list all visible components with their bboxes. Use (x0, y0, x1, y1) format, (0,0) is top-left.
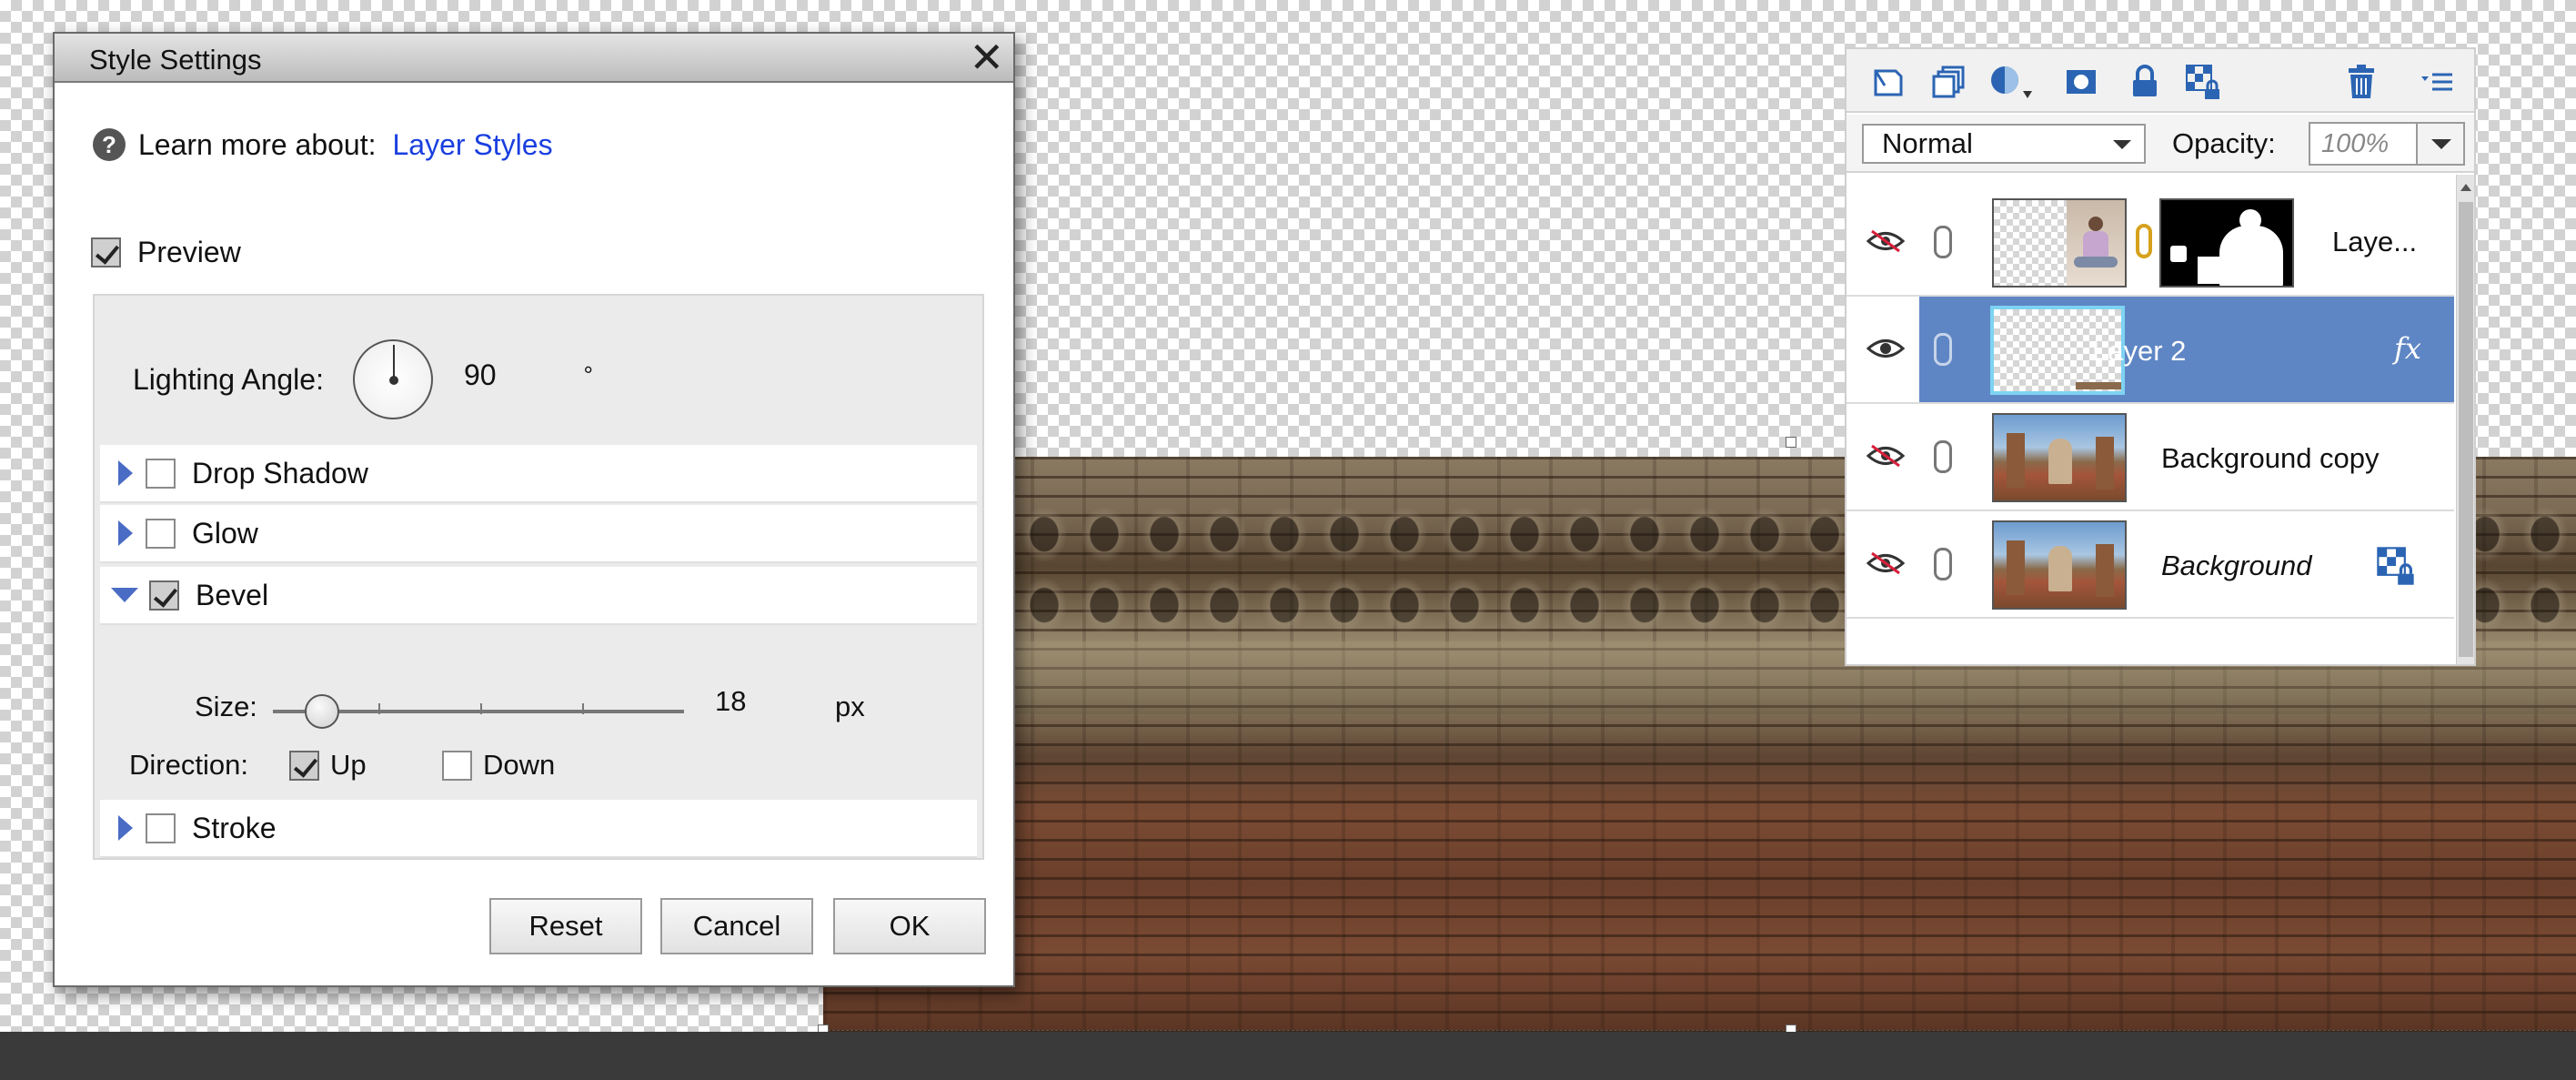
lighting-angle-value[interactable]: 90 (464, 358, 497, 392)
glow-label[interactable]: Glow (192, 517, 258, 550)
layer-thumbnail (1992, 520, 2127, 610)
layer-row-masked[interactable]: Laye... (1846, 189, 2454, 297)
direction-down-option: Down (442, 749, 555, 782)
layer-locked-icon (2377, 547, 2414, 585)
bevel-size-value[interactable]: 18 (715, 685, 746, 718)
bevel-size-slider-thumb[interactable] (305, 694, 340, 729)
layer-mask-icon[interactable] (2061, 62, 2101, 102)
reset-button[interactable]: Reset (489, 898, 642, 954)
lighting-angle-unit: ° (583, 360, 593, 389)
bevel-size-label: Size: (195, 691, 257, 722)
layer-effects-icon[interactable]: fx (2394, 331, 2421, 366)
direction-up-option: Up (289, 749, 367, 782)
visibility-icon[interactable] (1867, 337, 1905, 360)
adjustment-layer-icon[interactable] (1987, 62, 2038, 102)
duplicate-layer-icon[interactable] (1928, 62, 1968, 102)
layer-link-icon[interactable] (1934, 440, 1952, 473)
visibility-hidden-icon[interactable] (1867, 444, 1905, 468)
selection-edge (823, 1030, 2576, 1031)
close-icon[interactable]: ✕ (969, 35, 1004, 79)
layer-thumbnail (1992, 413, 2127, 502)
bevel-checkbox[interactable] (149, 580, 179, 611)
drop-shadow-label[interactable]: Drop Shadow (192, 457, 368, 490)
collapse-bevel-icon[interactable] (111, 588, 138, 602)
layer-name[interactable]: Layer 2 (2092, 335, 2186, 368)
direction-label: Direction: (129, 749, 248, 781)
layer-link-icon[interactable] (1934, 333, 1952, 366)
scroll-up-icon[interactable] (2460, 184, 2471, 191)
style-row-stroke: Stroke (100, 800, 977, 858)
visibility-hidden-icon[interactable] (1867, 229, 1905, 253)
bevel-size-unit: px (835, 691, 865, 722)
transform-handle-top[interactable] (1786, 437, 1796, 448)
direction-up-checkbox[interactable] (289, 750, 319, 781)
layer-row-background-copy[interactable]: Background copy (1846, 404, 2454, 511)
blend-mode-select[interactable]: Normal (1862, 124, 2146, 164)
scrollbar-thumb[interactable] (2459, 202, 2473, 657)
style-settings-dialog: Style Settings ✕ ? Learn more about: Lay… (53, 32, 1015, 987)
bevel-settings: Size: 18 px Direction: Up Down (100, 658, 977, 796)
direction-up-label[interactable]: Up (330, 749, 367, 782)
layer-link-icon[interactable] (1934, 548, 1952, 580)
help-row: ? Learn more about: Layer Styles (93, 125, 553, 165)
preview-label[interactable]: Preview (137, 236, 241, 269)
help-icon: ? (93, 128, 126, 161)
help-label: Learn more about: (138, 127, 377, 161)
stroke-checkbox[interactable] (146, 813, 176, 843)
stroke-label[interactable]: Stroke (192, 812, 276, 845)
opacity-input[interactable]: 100% (2309, 122, 2418, 166)
opacity-dropdown-button[interactable] (2416, 122, 2465, 166)
slider-tick (480, 703, 482, 714)
layer-name[interactable]: Background (2161, 550, 2311, 582)
style-row-drop-shadow: Drop Shadow (100, 445, 977, 503)
style-row-glow: Glow (100, 505, 977, 563)
layer-styles-link[interactable]: Layer Styles (393, 128, 553, 162)
opacity-label: Opacity: (2172, 127, 2276, 159)
visibility-hidden-icon[interactable] (1867, 551, 1905, 575)
layers-scrollbar[interactable] (2456, 175, 2474, 664)
lighting-angle-row: Lighting Angle: 90 ° (133, 339, 593, 419)
style-row-bevel: Bevel (100, 567, 977, 625)
lighting-angle-dial[interactable] (352, 339, 433, 419)
bottom-bar (0, 1032, 2576, 1080)
glow-checkbox[interactable] (146, 518, 176, 549)
layer-thumbnail (1992, 198, 2127, 288)
slider-tick (582, 703, 584, 714)
preview-row: Preview (91, 236, 241, 269)
cancel-button[interactable]: Cancel (660, 898, 813, 954)
dialog-titlebar[interactable]: Style Settings ✕ (55, 34, 1013, 83)
layers-toolbar (1846, 49, 2474, 113)
preview-checkbox[interactable] (91, 237, 121, 267)
slider-tick (378, 703, 380, 714)
lock-transparent-icon[interactable] (2183, 62, 2223, 102)
layers-panel: Normal Opacity: 100% Laye... Layer 2 fx … (1845, 47, 2476, 666)
dialog-title: Style Settings (89, 44, 262, 76)
styles-box: Lighting Angle: 90 ° Drop Shadow Glow Be… (93, 294, 984, 860)
blend-opacity-row: Normal Opacity: 100% (1846, 115, 2474, 173)
layer-name[interactable]: Background copy (2161, 442, 2380, 475)
lock-icon[interactable] (2125, 62, 2165, 102)
drop-shadow-checkbox[interactable] (146, 458, 176, 489)
layer-link-icon[interactable] (1934, 226, 1952, 258)
mask-link-icon[interactable] (2136, 224, 2152, 258)
layer-row-layer-2[interactable]: Layer 2 fx (1846, 297, 2454, 404)
expand-glow-icon[interactable] (118, 520, 133, 546)
lighting-angle-label: Lighting Angle: (133, 362, 324, 396)
expand-stroke-icon[interactable] (118, 815, 133, 841)
layer-row-background[interactable]: Background (1846, 511, 2454, 619)
direction-down-checkbox[interactable] (442, 750, 472, 781)
bevel-label[interactable]: Bevel (196, 579, 268, 612)
new-layer-icon[interactable] (1868, 62, 1908, 102)
ok-button[interactable]: OK (833, 898, 986, 954)
delete-layer-icon[interactable] (2341, 62, 2381, 102)
expand-drop-shadow-icon[interactable] (118, 460, 133, 486)
layer-name[interactable]: Laye... (2332, 226, 2417, 258)
panel-menu-icon[interactable] (2418, 62, 2458, 102)
layer-mask-thumbnail[interactable] (2159, 198, 2294, 288)
direction-down-label[interactable]: Down (483, 749, 555, 782)
